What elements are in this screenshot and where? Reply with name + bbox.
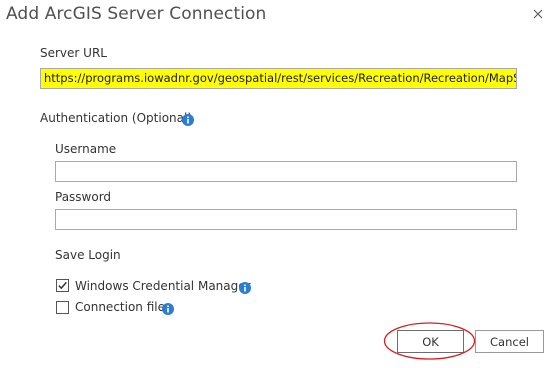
- connection-file-checkbox[interactable]: [56, 301, 69, 314]
- username-field[interactable]: [55, 161, 517, 182]
- password-field[interactable]: [55, 209, 517, 230]
- dialog-title: Add ArcGIS Server Connection: [6, 4, 267, 24]
- close-icon[interactable]: [531, 6, 545, 20]
- info-icon[interactable]: [162, 300, 174, 315]
- info-icon[interactable]: [182, 111, 194, 126]
- authentication-label: Authentication (Optional): [40, 111, 193, 125]
- connection-file-label[interactable]: Connection file: [75, 300, 165, 314]
- username-label: Username: [55, 142, 117, 156]
- windows-credential-manager-label[interactable]: Windows Credential Manager: [75, 279, 251, 293]
- password-label: Password: [55, 190, 112, 204]
- server-url-label: Server URL: [40, 46, 107, 60]
- ok-button[interactable]: OK: [397, 330, 464, 353]
- cancel-button[interactable]: Cancel: [475, 330, 544, 353]
- save-login-label: Save Login: [55, 248, 121, 262]
- add-arcgis-server-connection-dialog: Add ArcGIS Server Connection Server URL …: [0, 0, 556, 368]
- windows-credential-manager-checkbox[interactable]: [56, 279, 69, 292]
- info-icon[interactable]: [239, 279, 251, 294]
- server-url-input[interactable]: https://programs.iowadnr.gov/geospatial/…: [40, 68, 517, 89]
